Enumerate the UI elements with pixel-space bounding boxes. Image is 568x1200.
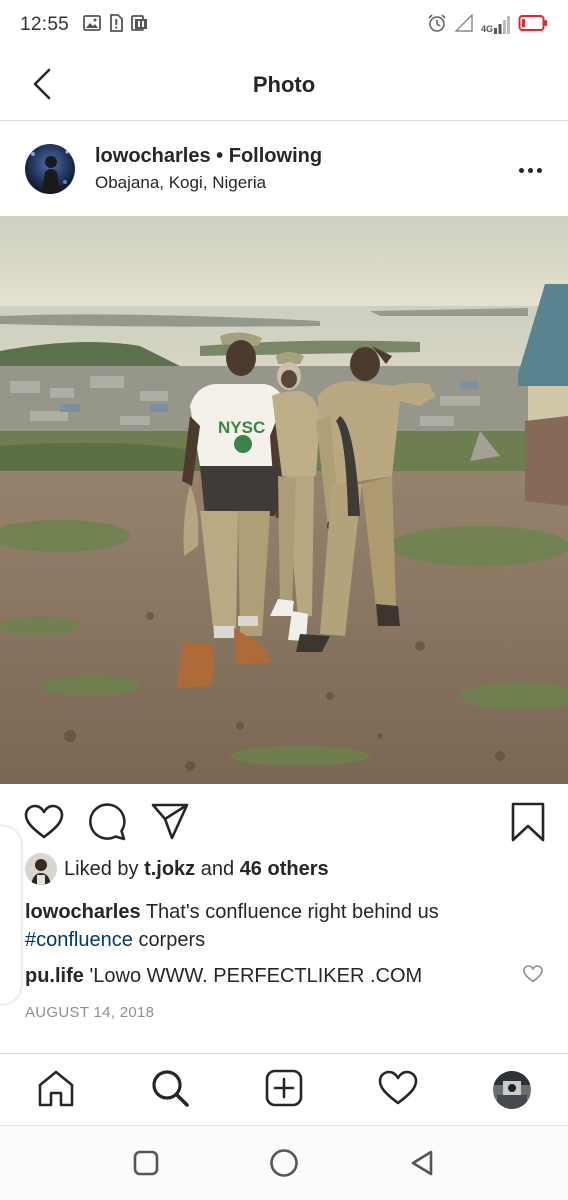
comment-item: pu.life 'Lowo WWW. PERFECTLIKER .COM bbox=[25, 962, 495, 990]
share-icon bbox=[150, 803, 190, 846]
heart-small-icon bbox=[523, 964, 543, 988]
sim-alert-icon bbox=[109, 13, 123, 37]
nav-new-post[interactable] bbox=[262, 1068, 306, 1112]
image-icon bbox=[83, 14, 101, 36]
likes-row: Liked by t.jokz and 46 others bbox=[25, 852, 329, 886]
caption-after-hashtag: corpers bbox=[138, 929, 206, 951]
app-header: Photo bbox=[0, 50, 568, 121]
post-author-avatar[interactable] bbox=[25, 144, 75, 194]
post-header: lowocharles • Following Obajana, Kogi, N… bbox=[0, 122, 568, 216]
activity-icon bbox=[378, 1070, 418, 1111]
system-back-button[interactable] bbox=[405, 1148, 439, 1182]
status-left-icons bbox=[83, 13, 149, 37]
post-caption: lowocharles That's confluence right behi… bbox=[25, 898, 545, 954]
share-button[interactable] bbox=[148, 802, 192, 846]
battery-low-icon bbox=[518, 14, 548, 37]
status-time: 12:55 bbox=[20, 14, 70, 35]
post-photo[interactable]: NYSC bbox=[0, 216, 568, 784]
caption-username[interactable]: lowocharles bbox=[25, 901, 141, 923]
bottom-nav bbox=[0, 1053, 568, 1125]
save-button[interactable] bbox=[506, 802, 550, 846]
home-icon bbox=[36, 1068, 76, 1113]
nav-activity[interactable] bbox=[376, 1068, 420, 1112]
liker-avatar[interactable] bbox=[25, 853, 57, 885]
caption-text: That's confluence right behind us bbox=[145, 901, 439, 923]
more-dot-icon bbox=[518, 167, 524, 173]
post-date: AUGUST 14, 2018 bbox=[25, 1004, 155, 1021]
post-actions bbox=[0, 784, 568, 860]
post-username[interactable]: lowocharles bbox=[95, 145, 211, 167]
status-right-icons: 4G bbox=[427, 12, 548, 38]
system-recents-button[interactable] bbox=[129, 1148, 163, 1182]
signal-4g-icon: 4G bbox=[481, 16, 510, 34]
signal-empty-icon bbox=[454, 12, 473, 37]
page-title: Photo bbox=[252, 72, 316, 97]
network-type-label: 4G bbox=[480, 24, 493, 34]
home-circle-icon bbox=[269, 1148, 299, 1183]
nav-search[interactable] bbox=[148, 1068, 192, 1112]
more-options-button[interactable] bbox=[510, 158, 550, 182]
caption-hashtag[interactable]: #confluence bbox=[25, 929, 133, 951]
likes-prefix: Liked by bbox=[64, 857, 139, 880]
comment-username[interactable]: pu.life bbox=[25, 965, 84, 987]
side-edge-tab[interactable] bbox=[0, 825, 22, 1005]
bookmark-icon bbox=[510, 802, 546, 847]
system-home-button[interactable] bbox=[267, 1148, 301, 1182]
more-dot-icon bbox=[527, 167, 533, 173]
status-bar: 12:55 4G bbox=[0, 0, 568, 50]
profile-avatar bbox=[493, 1071, 531, 1109]
app-notification-icon bbox=[131, 14, 149, 37]
search-icon bbox=[150, 1068, 190, 1113]
back-triangle-icon bbox=[409, 1149, 435, 1182]
comment-button[interactable] bbox=[85, 802, 129, 846]
liker-username[interactable]: t.jokz bbox=[144, 858, 195, 881]
new-post-icon bbox=[264, 1068, 304, 1113]
comment-like-button[interactable] bbox=[521, 964, 545, 988]
separator-dot: • bbox=[216, 145, 224, 167]
alarm-icon bbox=[427, 13, 447, 38]
like-button[interactable] bbox=[22, 802, 66, 846]
follow-status[interactable]: Following bbox=[229, 145, 322, 167]
post-photo-illustration: NYSC bbox=[0, 216, 568, 784]
comment-text: 'Lowo WWW. PERFECTLIKER .COM bbox=[89, 965, 423, 987]
comment-icon bbox=[87, 802, 127, 847]
nav-profile[interactable] bbox=[490, 1068, 534, 1112]
recents-icon bbox=[133, 1150, 159, 1181]
post-user-line: lowocharles • Following bbox=[95, 145, 322, 168]
post-location[interactable]: Obajana, Kogi, Nigeria bbox=[95, 173, 266, 193]
heart-icon bbox=[24, 804, 64, 845]
nav-home[interactable] bbox=[34, 1068, 78, 1112]
system-nav-bar bbox=[0, 1125, 568, 1200]
likes-others-count[interactable]: 46 others bbox=[240, 858, 329, 881]
likes-conjunction: and bbox=[200, 857, 235, 880]
more-dot-icon bbox=[536, 167, 542, 173]
